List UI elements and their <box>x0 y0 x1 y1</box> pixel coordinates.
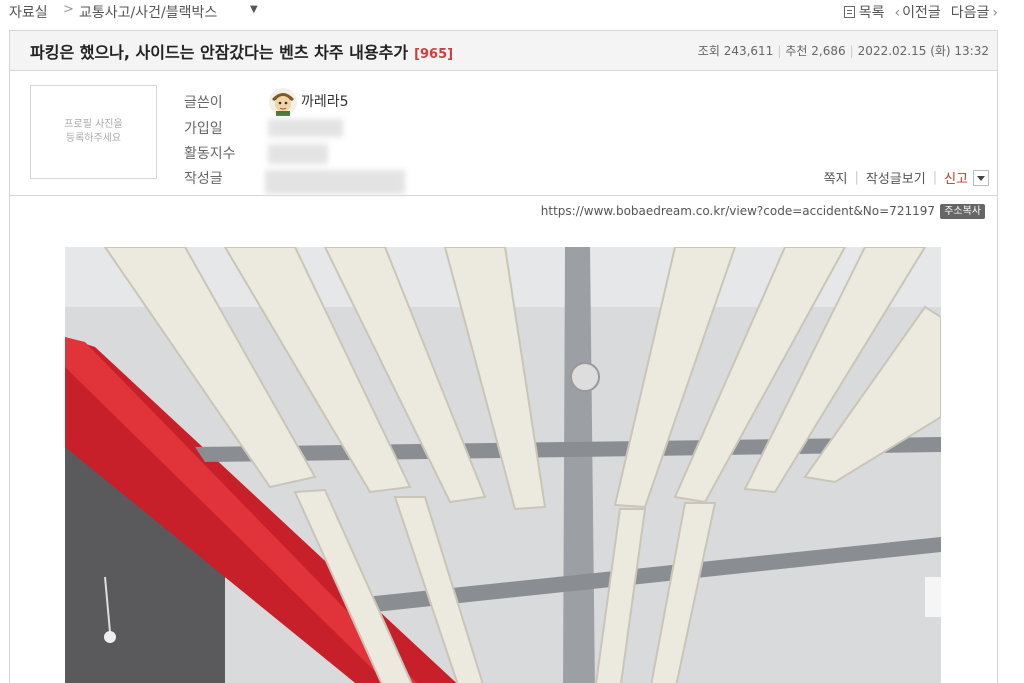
recommend-count: 추천 2,686 <box>785 44 846 58</box>
post-url[interactable]: https://www.bobaedream.co.kr/view?code=a… <box>541 204 935 218</box>
next-button[interactable]: 다음글 › <box>951 2 1000 22</box>
author-label: 글쓴이 <box>184 95 223 111</box>
author-avatar[interactable] <box>268 87 298 117</box>
view-count: 조회 243,611 <box>697 44 774 58</box>
blurred-posts <box>265 170 405 194</box>
top-bar: 자료실 > 교통사고/사건/블랙박스 ▼ 목록 ‹ 이전글 다음글 › <box>0 0 1024 28</box>
profile-photo-placeholder: 프로필 사진을 등록하주세요 <box>30 85 157 179</box>
list-icon <box>843 6 855 18</box>
post-navigation: 목록 ‹ 이전글 다음글 › <box>843 2 1000 22</box>
breadcrumb-category[interactable]: 교통사고/사건/블랙박스 <box>79 2 217 22</box>
activity-label: 활동지수 <box>184 146 236 162</box>
post-title: 파킹은 했으나, 사이드는 안잠갔다는 벤츠 차주 내용추가 [965] <box>30 43 454 62</box>
post-container: 파킹은 했으나, 사이드는 안잠갔다는 벤츠 차주 내용추가 [965] 조회 2… <box>9 30 998 683</box>
blurred-activity <box>268 144 328 164</box>
chevron-left-icon: ‹ <box>894 5 901 21</box>
joined-label: 가입일 <box>184 121 223 137</box>
chevron-right-icon: › <box>992 5 998 21</box>
chevron-down-icon[interactable] <box>973 169 989 186</box>
view-posts-button[interactable]: 작성글보기 <box>866 168 926 187</box>
list-button[interactable]: 목록 <box>843 2 885 22</box>
url-row: https://www.bobaedream.co.kr/view?code=a… <box>10 203 997 221</box>
report-button[interactable]: 신고 <box>944 168 968 187</box>
posts-label: 작성글 <box>184 171 223 187</box>
post-photo <box>65 247 941 683</box>
breadcrumb-root[interactable]: 자료실 <box>9 2 48 22</box>
post-header: 파킹은 했으나, 사이드는 안잠갔다는 벤츠 차주 내용추가 [965] 조회 2… <box>10 31 997 71</box>
post-meta: 조회 243,611 | 추천 2,686 | 2022.02.15 (화) 13:32 <box>697 44 989 58</box>
category-dropdown-icon[interactable]: ▼ <box>250 4 258 15</box>
comment-count[interactable]: [965] <box>414 47 453 62</box>
post-datetime: 2022.02.15 (화) 13:32 <box>857 44 989 58</box>
copy-url-button[interactable]: 주소복사 <box>940 204 985 219</box>
author-nickname[interactable]: 까레라5 <box>301 91 349 111</box>
profile-actions: 쪽지 | 작성글보기 | 신고 <box>824 168 989 187</box>
prev-button[interactable]: ‹ 이전글 <box>895 2 941 22</box>
message-button[interactable]: 쪽지 <box>824 168 848 187</box>
breadcrumb-separator: > <box>63 2 74 17</box>
blurred-joined-date <box>268 119 343 137</box>
author-profile: 프로필 사진을 등록하주세요 글쓴이 가입일 활동지수 작성글 까레라5 쪽지 … <box>10 72 997 196</box>
